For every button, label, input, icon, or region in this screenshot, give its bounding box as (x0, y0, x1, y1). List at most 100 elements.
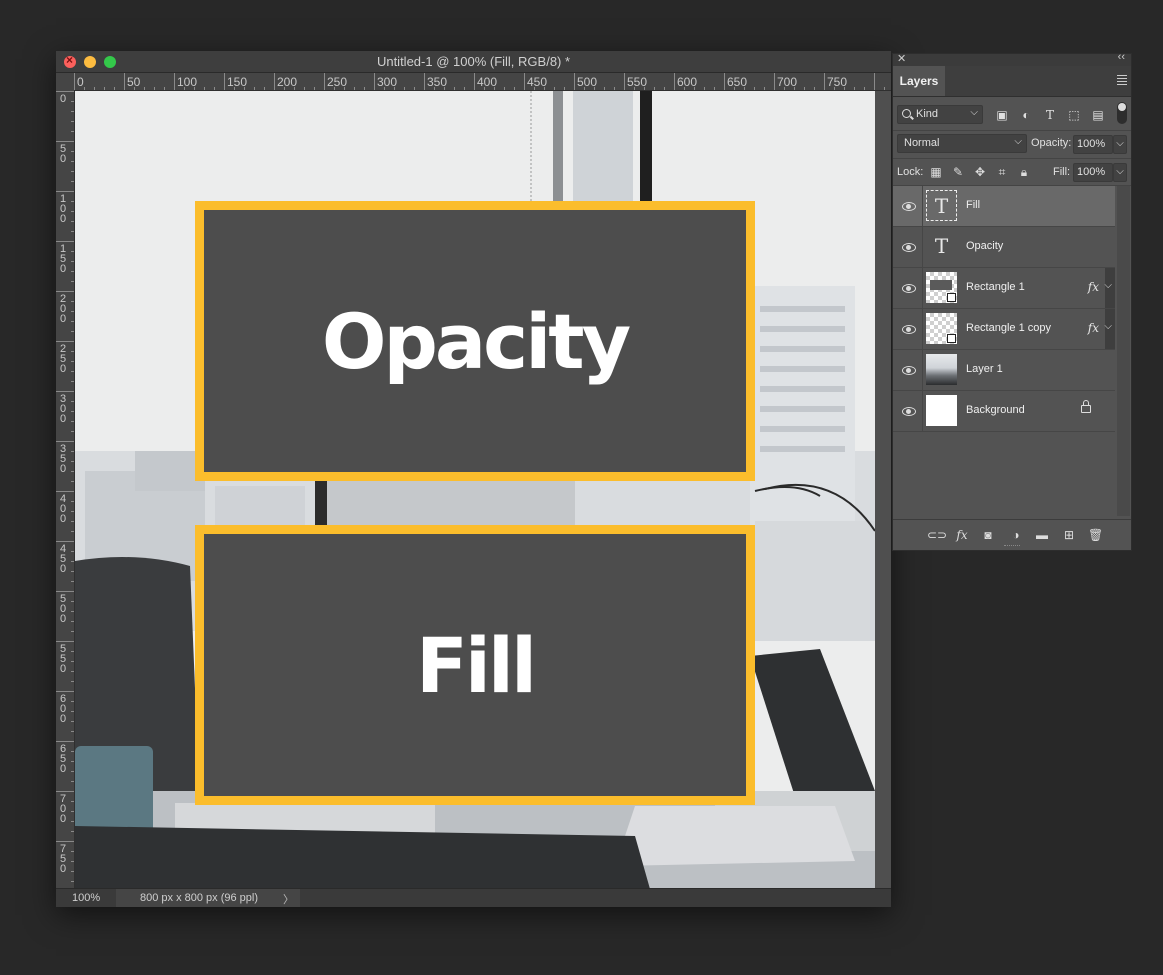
ruler-tick (754, 87, 755, 90)
opacity-panel[interactable]: Opacity (195, 201, 755, 481)
image-filter-icon[interactable]: ▣ (995, 108, 1009, 122)
ruler-label: 600 (59, 693, 67, 725)
ruler-tick (71, 531, 74, 532)
opacity-label: Opacity: (1031, 137, 1072, 149)
lock-transparent-icon[interactable]: ▦ (929, 165, 943, 179)
vertical-ruler[interactable]: 0 50 100 150 200 250 300 350 400 450 500 550 600 650 7… (56, 91, 75, 889)
layers-scrollbar[interactable] (1117, 186, 1130, 516)
layer-row-rectangle-1[interactable]: Rectangle 1 fx ⌵ (893, 268, 1115, 309)
ruler-tick (364, 87, 365, 90)
ruler-tick (664, 87, 665, 90)
layer-row-background[interactable]: Background (893, 391, 1115, 432)
folder-icon[interactable]: ▬ (1035, 528, 1049, 542)
layer-filter-row: Kind ⌵ ▣ ◐ T ⬚ ▤ (893, 97, 1131, 131)
chevron-right-icon[interactable]: 〉 (283, 891, 294, 907)
layer-name[interactable]: Opacity (966, 240, 1003, 252)
ruler-tick (864, 87, 865, 90)
filter-kind-select[interactable]: Kind ⌵ (897, 105, 983, 124)
ruler-tick (56, 691, 74, 692)
link-icon[interactable]: ⊂⊃ (927, 528, 947, 542)
collapse-panel-icon[interactable]: ‹‹ (1118, 51, 1125, 63)
blend-row: Normal ⌵ Opacity: 100% ⌵ (893, 131, 1131, 159)
chevron-down-icon[interactable]: ⌵ (1104, 321, 1112, 332)
ruler-label: 50 (59, 143, 67, 165)
ruler-tick (56, 441, 74, 442)
type-filter-icon[interactable]: T (1043, 108, 1057, 122)
lock-artboard-icon[interactable]: ⌗ (995, 165, 1009, 179)
zoom-level[interactable]: 100% (72, 892, 100, 904)
ruler-label: 500 (577, 75, 598, 89)
ruler-tick (71, 511, 74, 512)
ruler-label: 200 (59, 293, 67, 325)
mask-icon[interactable]: ◙ (981, 528, 995, 542)
blend-mode-select[interactable]: Normal ⌵ (897, 134, 1027, 153)
filter-toggle[interactable] (1117, 102, 1127, 124)
ruler-label: 200 (277, 75, 298, 89)
opacity-dropdown-chevron-icon[interactable]: ⌵ (1113, 135, 1127, 154)
fill-value: 100% (1077, 166, 1106, 178)
ruler-tick (224, 73, 225, 90)
adjustment-icon[interactable]: ◑ (1009, 528, 1023, 542)
document-info[interactable]: 800 px x 800 px (96 ppl) 〉 (116, 889, 300, 907)
layer-name[interactable]: Background (966, 404, 1025, 416)
layer-name[interactable]: Layer 1 (966, 363, 1003, 375)
visibility-eye-icon[interactable] (902, 284, 916, 293)
ruler-tick (884, 87, 885, 90)
horizontal-ruler[interactable]: 0 50 100 150 200 250 300 350 400 450 500 550 600 650 7… (74, 73, 891, 91)
fx-icon[interactable]: fx (955, 528, 969, 542)
layer-row-opacity[interactable]: T Opacity (893, 227, 1115, 268)
ruler-tick (454, 87, 455, 90)
close-panel-icon[interactable]: ✕ (897, 52, 906, 65)
ruler-tick (71, 701, 74, 702)
layers-panel: ✕ ‹‹ Layers Kind ⌵ ▣ ◐ T ⬚ ▤ Normal ⌵ Op… (892, 51, 1132, 551)
ruler-tick (71, 771, 74, 772)
canvas[interactable]: Opacity Fill (75, 91, 875, 889)
ruler-tick (71, 711, 74, 712)
ruler-tick (474, 73, 475, 90)
fill-dropdown-chevron-icon[interactable]: ⌵ (1113, 163, 1127, 182)
lock-label: Lock: (897, 166, 924, 178)
layer-effects-fx-icon[interactable]: fx (1088, 280, 1099, 294)
layer-row-layer-1[interactable]: Layer 1 (893, 350, 1115, 391)
visibility-eye-icon[interactable] (902, 366, 916, 375)
fill-panel[interactable]: Fill (195, 525, 755, 805)
ruler-label: 300 (59, 393, 67, 425)
visibility-eye-icon[interactable] (902, 407, 916, 416)
lock-all-icon[interactable]: 🔒︎ (1017, 165, 1031, 179)
vector-badge-icon (947, 334, 956, 343)
ruler-tick (814, 87, 815, 90)
layer-name[interactable]: Rectangle 1 copy (966, 322, 1051, 334)
layer-row-fill[interactable]: T Fill (893, 186, 1115, 227)
visibility-eye-icon[interactable] (902, 325, 916, 334)
ruler-tick (94, 87, 95, 90)
ruler-tick (71, 651, 74, 652)
ruler-label: 550 (59, 643, 67, 675)
lock-position-icon[interactable]: ✥ (973, 165, 987, 179)
panel-menu-icon[interactable] (1117, 75, 1127, 87)
ruler-tick (56, 541, 74, 542)
layer-effects-fx-icon[interactable]: fx (1088, 321, 1099, 335)
lock-brush-icon[interactable]: ✎ (951, 165, 965, 179)
visibility-eye-icon[interactable] (902, 243, 916, 252)
fill-label: Fill: (1053, 166, 1071, 178)
ruler-tick (304, 87, 305, 90)
resize-grip-icon[interactable] (1004, 545, 1020, 548)
visibility-eye-icon[interactable] (902, 202, 916, 211)
layer-name[interactable]: Fill (966, 199, 980, 211)
fill-input[interactable]: 100% (1073, 163, 1113, 182)
new-layer-icon[interactable]: ⊞ (1062, 528, 1076, 542)
ruler-tick (71, 851, 74, 852)
shape-filter-icon[interactable]: ⬚ (1067, 108, 1081, 122)
smart-object-filter-icon[interactable]: ▤ (1091, 108, 1105, 122)
opacity-panel-text: Opacity (321, 296, 631, 386)
document-title: Untitled-1 @ 100% (Fill, RGB/8) * (376, 54, 571, 69)
layer-row-rectangle-1-copy[interactable]: Rectangle 1 copy fx ⌵ (893, 309, 1115, 350)
trash-icon[interactable]: 🗑︎ (1088, 528, 1103, 542)
chevron-down-icon[interactable]: ⌵ (1104, 280, 1112, 291)
opacity-input[interactable]: 100% (1073, 135, 1113, 154)
ruler-origin[interactable] (56, 73, 75, 92)
layer-name[interactable]: Rectangle 1 (966, 281, 1025, 293)
ruler-tick (71, 321, 74, 322)
tab-layers[interactable]: Layers (893, 66, 945, 96)
adjustment-filter-icon[interactable]: ◐ (1019, 108, 1033, 122)
